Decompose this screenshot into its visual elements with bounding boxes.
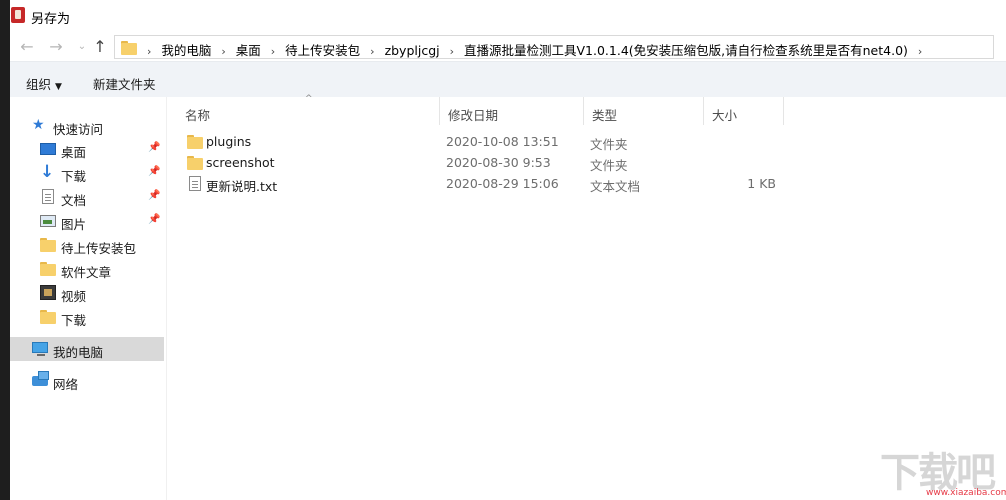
pin-icon[interactable]: 📌 [148,190,160,201]
file-type: 文件夹 [590,137,628,152]
title-bar: 另存为 [10,0,1006,33]
file-type: 文件夹 [590,158,628,173]
organize-button[interactable]: 组织 ▼ [26,74,62,93]
folder-icon [187,155,203,170]
organize-label: 组织 [26,77,52,92]
column-header-type[interactable]: 类型 [584,97,704,125]
chevron-right-icon[interactable]: › [450,45,454,58]
chevron-right-icon[interactable]: › [370,45,374,58]
pin-icon[interactable]: 📌 [148,142,160,153]
site-watermark: 下载吧 www.xiazaiba.com [876,440,1006,498]
sidebar-item-pictures[interactable]: 图片 📌 [10,209,164,233]
pin-icon[interactable]: 📌 [148,166,160,177]
command-toolbar: 组织 ▼ 新建文件夹 [10,61,1006,97]
column-header-date[interactable]: 修改日期 [440,97,584,125]
sidebar-item-label: 图片 [61,217,87,232]
folder-icon [187,134,203,149]
sidebar-item-downloads[interactable]: ↓ 下载 📌 [10,161,164,185]
table-row[interactable]: screenshot 2020-08-30 9:53 文件夹 [177,152,783,173]
text-file-icon [189,176,201,191]
breadcrumb: › 我的电脑 › 桌面 › 待上传安装包 › zbypljcgj › 直播源批量… [141,40,928,59]
desktop-icon [40,143,56,155]
file-date: 2020-10-08 13:51 [446,134,559,149]
sidebar-item-quick-access[interactable]: ★ 快速访问 [10,114,164,138]
sidebar-item-software-articles[interactable]: 软件文章 [10,257,164,281]
breadcrumb-item-zbypljcgj[interactable]: zbypljcgj [385,43,440,58]
folder-icon [40,309,56,324]
column-header-name[interactable]: 名称 [177,97,440,125]
sidebar-item-documents[interactable]: 文档 📌 [10,185,164,209]
folder-icon [121,40,137,55]
pin-icon[interactable]: 📌 [148,214,160,225]
sidebar-item-label: 视频 [61,289,87,304]
file-date: 2020-08-29 15:06 [446,176,559,191]
new-folder-button[interactable]: 新建文件夹 [93,74,156,93]
address-bar[interactable]: › 我的电脑 › 桌面 › 待上传安装包 › zbypljcgj › 直播源批量… [114,35,994,59]
sidebar-item-label: 下载 [61,313,87,328]
column-header-size[interactable]: 大小 [704,97,784,125]
file-date: 2020-08-30 9:53 [446,155,551,170]
file-type: 文本文档 [590,179,641,194]
sidebar-item-my-computer[interactable]: 我的电脑 [10,337,164,361]
folder-icon [40,261,56,276]
column-header-label: 类型 [592,108,618,123]
breadcrumb-item-upload-packages[interactable]: 待上传安装包 [285,40,360,59]
window-title: 另存为 [31,12,71,27]
sidebar-item-label: 网络 [53,377,79,392]
sidebar-item-label: 待上传安装包 [61,241,137,256]
chevron-right-icon[interactable]: › [271,45,275,58]
column-header-label: 名称 [185,108,211,123]
file-name: 更新说明.txt [206,179,278,194]
chevron-right-icon[interactable]: › [221,45,225,58]
address-row: ← → ⌄ ↑ › 我的电脑 › 桌面 › 待上传安装包 › zbypljcgj… [10,33,1006,61]
column-header-label: 修改日期 [448,108,499,123]
video-icon [40,285,56,300]
download-icon: ↓ [40,162,55,182]
computer-icon [32,342,48,356]
save-as-dialog: 另存为 ← → ⌄ ↑ › 我的电脑 › 桌面 › 待上传安装包 › zbypl… [10,0,1006,500]
sidebar-item-network[interactable]: 网络 [10,369,164,393]
back-arrow-icon[interactable]: ← [17,37,37,57]
breadcrumb-item-my-computer[interactable]: 我的电脑 [161,40,211,59]
sidebar-item-label: 快速访问 [53,122,104,137]
sidebar-item-label: 软件文章 [61,265,112,280]
star-icon: ★ [32,117,45,133]
forward-arrow-icon[interactable]: → [46,37,66,57]
sidebar-item-label: 桌面 [61,145,87,160]
up-arrow-icon[interactable]: ↑ [90,37,110,57]
file-name: screenshot [206,155,275,170]
column-header-label: 大小 [712,108,738,123]
navigation-pane: ★ 快速访问 桌面 📌 ↓ 下载 📌 文档 📌 图片 📌 待上传安装包 软件文章… [10,97,166,500]
watermark-url: www.xiazaiba.com [926,488,1006,498]
document-icon [42,189,54,204]
folder-icon [40,237,56,252]
breadcrumb-item-tool-folder[interactable]: 直播源批量检测工具V1.0.1.4(免安装压缩包版,请自行检查系统里是否有net… [464,40,908,59]
app-icon [11,7,25,23]
chevron-right-icon[interactable]: › [918,45,922,58]
caret-down-icon: ▼ [55,82,62,92]
recent-locations-chevron-icon[interactable]: ⌄ [72,37,92,57]
table-row[interactable]: plugins 2020-10-08 13:51 文件夹 [177,131,783,152]
sidebar-item-desktop[interactable]: 桌面 📌 [10,137,164,161]
file-name: plugins [206,134,252,149]
sidebar-item-downloads-folder[interactable]: 下载 [10,305,164,329]
file-size: 1 KB [747,176,776,191]
sidebar-item-videos[interactable]: 视频 [10,281,164,305]
sidebar-item-label: 文档 [61,193,87,208]
sidebar-item-label: 下载 [61,169,87,184]
sidebar-item-label: 我的电脑 [53,345,104,360]
chevron-right-icon[interactable]: › [147,45,151,58]
pictures-icon [40,215,56,227]
breadcrumb-item-desktop[interactable]: 桌面 [236,40,261,59]
network-icon [32,371,49,386]
sidebar-item-upload-packages[interactable]: 待上传安装包 [10,233,164,257]
table-row[interactable]: 更新说明.txt 2020-08-29 15:06 文本文档 1 KB [177,173,783,194]
